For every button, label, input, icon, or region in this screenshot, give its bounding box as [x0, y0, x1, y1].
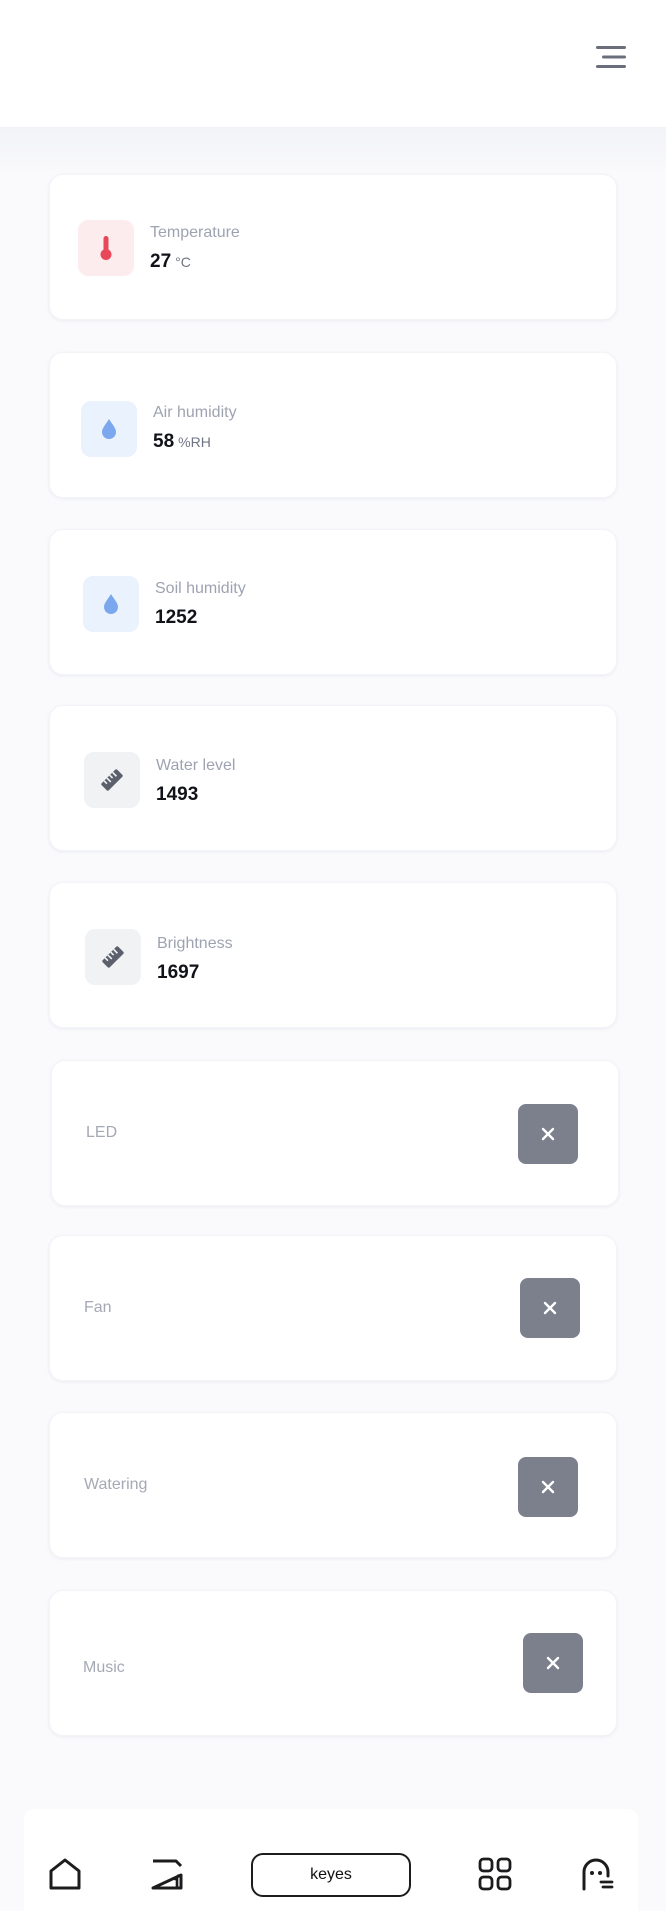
nav-center-button[interactable]: keyes [251, 1853, 411, 1897]
app-screen: Temperature 27°C Air humidity 58%RH So [0, 0, 666, 1911]
control-label: Watering [84, 1476, 148, 1493]
control-label: LED [86, 1124, 118, 1141]
sensor-card-brightness: Brightness 1697 [49, 882, 617, 1028]
sensor-value: 1252 [155, 607, 198, 628]
sensor-label: Soil humidity [155, 580, 246, 597]
nav-device[interactable] [147, 1854, 187, 1894]
control-label: Fan [84, 1299, 112, 1316]
sensor-icon-tile [78, 220, 134, 276]
ruler-icon [101, 769, 123, 791]
nav-home[interactable] [45, 1854, 85, 1894]
device-icon [151, 1859, 183, 1890]
led-toggle-button[interactable] [518, 1104, 578, 1164]
nav-profile[interactable] [577, 1854, 617, 1894]
sensor-label: Air humidity [153, 404, 237, 421]
water-drop-icon [104, 594, 118, 614]
apps-icon [478, 1857, 512, 1891]
watering-toggle-button[interactable] [518, 1457, 578, 1517]
home-icon [49, 1858, 81, 1890]
sensor-unit: °C [175, 254, 191, 270]
sensor-icon-tile [81, 401, 137, 457]
sensor-value: 58 [153, 431, 175, 452]
sensor-unit: %RH [178, 434, 211, 450]
hamburger-menu-icon [596, 46, 626, 68]
control-card-fan: Fan [49, 1235, 617, 1381]
sensor-card-soil-humidity: Soil humidity 1252 [49, 529, 617, 675]
music-toggle-button[interactable] [523, 1633, 583, 1693]
sensor-icon-tile [83, 576, 139, 632]
ruler-icon [102, 946, 124, 968]
sensor-icon-tile [85, 929, 141, 985]
sensor-value: 1697 [157, 962, 200, 983]
sensor-card-temperature: Temperature 27 °C [49, 174, 617, 320]
control-card-music: Music [49, 1590, 617, 1736]
sensor-icon-tile [84, 752, 140, 808]
menu-button[interactable] [588, 38, 634, 76]
sensor-label: Temperature [150, 224, 240, 241]
top-header [0, 0, 666, 127]
sensor-value: 1493 [156, 784, 199, 805]
header-shadow [0, 127, 666, 175]
control-label: Music [83, 1659, 125, 1676]
sensor-label: Brightness [157, 935, 233, 952]
sensor-label: Water level [156, 757, 236, 774]
sensor-card-water-level: Water level 1493 [49, 705, 617, 851]
close-icon [541, 1480, 555, 1494]
nav-apps[interactable] [475, 1854, 515, 1894]
fan-toggle-button[interactable] [520, 1278, 580, 1338]
close-icon [541, 1127, 555, 1141]
profile-icon [582, 1858, 614, 1891]
sensor-card-air-humidity: Air humidity 58 %RH [49, 352, 617, 498]
thermometer-icon [100, 236, 112, 260]
water-drop-icon [102, 419, 116, 439]
control-card-led: LED [51, 1060, 619, 1206]
sensor-value: 27 [150, 251, 172, 272]
close-icon [546, 1656, 560, 1670]
close-icon [543, 1301, 557, 1315]
control-card-watering: Watering [49, 1412, 617, 1558]
bottom-nav: keyes [24, 1809, 638, 1911]
